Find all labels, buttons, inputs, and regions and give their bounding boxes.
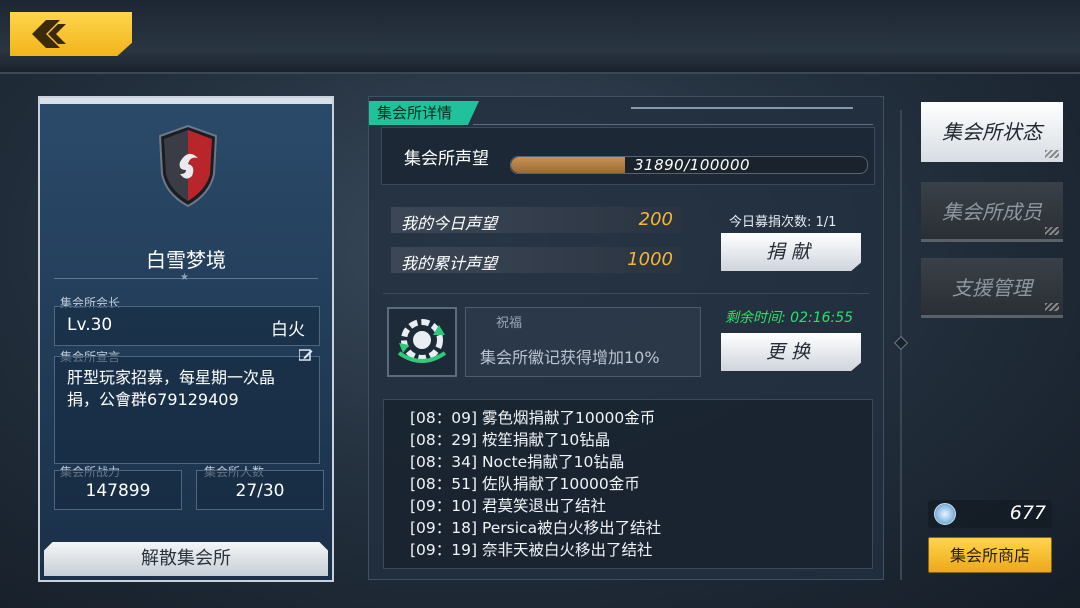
members-field: 27/30 (196, 470, 324, 510)
rail-diamond-icon (893, 335, 909, 351)
log-line: [08：34] Nocte捐献了10钻晶 (410, 453, 625, 471)
log-line: [08：29] 桉笙捐献了10钻晶 (410, 431, 611, 449)
log-line: [09：18] Persica被白火移出了结社 (410, 519, 662, 537)
tab-label: 集会所成员 (942, 200, 1042, 224)
currency-display: 677 (928, 500, 1052, 528)
blessing-icon-box[interactable] (387, 307, 457, 377)
tab-label: 集会所状态 (942, 120, 1042, 144)
disband-button[interactable]: 解散集会所 (44, 542, 328, 576)
reputation-progress-fill (511, 157, 625, 173)
total-value: 1000 (627, 249, 673, 270)
blessing-description: 集会所徽记获得增加10% (480, 348, 660, 367)
members-value: 27/30 (235, 481, 285, 501)
blessing-icon (397, 319, 447, 363)
remaining-time: 剩余时间: 02:16:55 (725, 310, 854, 326)
total-label: 我的累计声望 (401, 254, 498, 273)
reputation-label: 集会所声望 (404, 149, 489, 169)
blessing-box: 祝福 集会所徽记获得增加10% (465, 307, 701, 377)
tab-guild-members[interactable]: 集会所成员 (921, 182, 1063, 242)
total-reputation-row: 我的累计声望 1000 (391, 247, 683, 273)
blessing-title: 祝福 (496, 316, 523, 331)
power-field: 147899 (54, 470, 182, 510)
header-line (631, 107, 853, 109)
guild-info-panel: 白雪梦境 ★ 集会所会长 Lv.30 白火 集会所宣言 肝型玩家招募，每星期一次… (38, 96, 334, 582)
tab-support-management[interactable]: 支援管理 (921, 258, 1063, 318)
tag-underline (473, 124, 873, 125)
star-icon: ★ (180, 272, 189, 283)
today-value: 200 (638, 209, 673, 230)
tab-corner-hatch (1045, 303, 1059, 311)
back-button[interactable] (10, 12, 132, 56)
today-label: 我的今日声望 (401, 214, 498, 233)
leader-level: Lv.30 (67, 315, 113, 335)
reputation-box: 集会所声望 31890/100000 (381, 127, 875, 185)
declaration-text: 肝型玩家招募，每星期一次晶捐，公會群679129409 (67, 368, 276, 409)
declaration-field: 肝型玩家招募，每星期一次晶捐，公會群679129409 (54, 349, 320, 464)
edit-icon[interactable] (299, 349, 313, 361)
details-tag: 集会所详情 (369, 101, 479, 125)
tab-label: 支援管理 (952, 276, 1032, 300)
donate-count: 今日募捐次数: 1/1 (729, 215, 837, 230)
tab-corner-hatch (1045, 150, 1059, 158)
donate-button[interactable]: 捐献 (721, 233, 861, 271)
crystal-coin-icon (934, 503, 956, 525)
log-line: [09：10] 君莫笑退出了结社 (410, 497, 606, 515)
log-line: [08：09] 雾色烟捐献了10000金币 (410, 409, 656, 427)
log-line: [08：51] 佐队捐献了10000金币 (410, 475, 640, 493)
guild-name: 白雪梦境 (146, 248, 226, 272)
log-line: [09：19] 奈非天被白火移出了结社 (410, 541, 653, 559)
guild-shop-button[interactable]: 集会所商店 (928, 537, 1052, 573)
tab-guild-status[interactable]: 集会所状态 (921, 102, 1063, 162)
top-bar (0, 0, 1080, 74)
guild-details-panel: 集会所详情 集会所声望 31890/100000 我的今日声望 200 我的累计… (368, 96, 884, 580)
today-reputation-row: 我的今日声望 200 (391, 207, 683, 233)
tab-corner-hatch (1045, 227, 1059, 235)
currency-value: 677 (1009, 502, 1046, 524)
guild-emblem-icon (158, 124, 218, 208)
power-value: 147899 (85, 481, 151, 501)
activity-log[interactable]: [08：09] 雾色烟捐献了10000金币 [08：29] 桉笙捐献了10钻晶 … (383, 399, 873, 569)
change-button[interactable]: 更换 (721, 333, 861, 371)
section-divider (383, 293, 869, 294)
disband-label: 解散集会所 (141, 548, 231, 569)
leader-field: Lv.30 白火 (54, 306, 320, 346)
chevron-left-icon (32, 20, 66, 48)
leader-name: 白火 (271, 320, 305, 340)
reputation-text: 31890/100000 (634, 156, 751, 174)
